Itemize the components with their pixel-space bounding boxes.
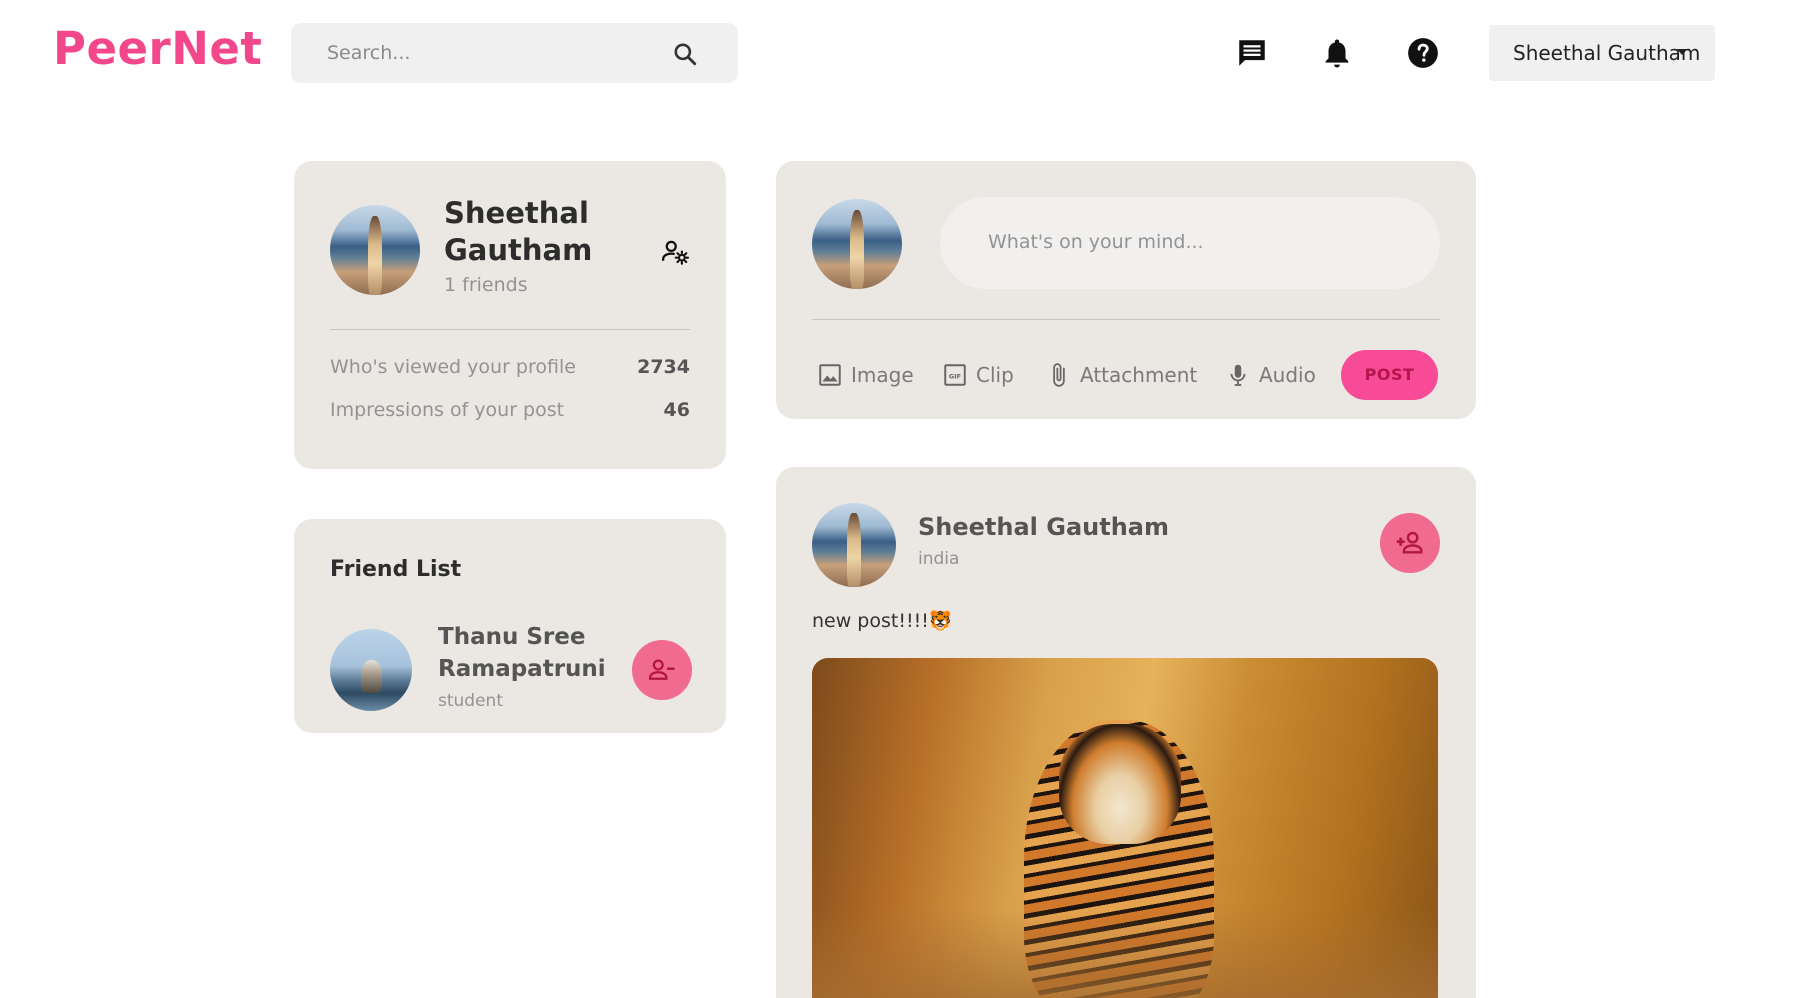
manage-account-icon[interactable] (660, 237, 690, 267)
friend-list-title: Friend List (330, 557, 462, 582)
stat-value-profile-views: 2734 (637, 356, 690, 378)
clip-tool-button[interactable]: GIF Clip (942, 358, 1014, 392)
profile-divider (330, 329, 690, 330)
search-icon[interactable] (672, 41, 698, 67)
post-image[interactable] (812, 658, 1438, 998)
friend-avatar[interactable] (330, 629, 412, 711)
friend-list-card: Friend List Thanu Sree Ramapatruni stude… (294, 519, 726, 733)
profile-name[interactable]: Sheethal Gautham (444, 195, 644, 269)
attachment-tool-button[interactable]: Attachment (1046, 358, 1197, 392)
attachment-tool-label: Attachment (1080, 363, 1198, 387)
app-logo[interactable]: PeerNet (53, 22, 262, 75)
message-icon[interactable] (1235, 36, 1269, 70)
bell-icon[interactable] (1320, 36, 1354, 70)
stat-label-profile-views: Who's viewed your profile (330, 356, 576, 378)
stat-label-impressions: Impressions of your post (330, 399, 565, 421)
help-icon[interactable] (1406, 36, 1440, 70)
friend-name[interactable]: Thanu Sree Ramapatruni (438, 621, 638, 685)
post-location: india (918, 549, 960, 569)
post-input-placeholder: What's on your mind... (988, 231, 1204, 253)
friend-occupation: student (438, 691, 503, 711)
audio-tool-button[interactable]: Audio (1225, 358, 1316, 392)
mic-icon (1230, 364, 1246, 386)
post-text: new post!!!!🐯 (812, 610, 953, 632)
user-menu-select[interactable]: Sheethal Gautham (1489, 25, 1715, 81)
add-friend-icon (1396, 531, 1423, 554)
audio-tool-label: Audio (1259, 363, 1316, 387)
remove-friend-icon (649, 659, 675, 680)
chevron-down-icon (1677, 49, 1687, 55)
profile-avatar[interactable] (330, 205, 420, 295)
image-tool-button[interactable]: Image (817, 358, 914, 392)
add-friend-button[interactable] (1380, 513, 1440, 573)
composer-avatar (812, 199, 902, 289)
search-bar (291, 23, 738, 83)
clip-tool-label: Clip (976, 363, 1014, 387)
search-input[interactable] (291, 23, 671, 83)
post-input[interactable]: What's on your mind... (940, 197, 1440, 289)
composer-divider (812, 319, 1440, 320)
grass-graphic (812, 908, 1438, 998)
post-author-name[interactable]: Sheethal Gautham (918, 513, 1169, 541)
remove-friend-button[interactable] (632, 640, 692, 700)
profile-friends-count: 1 friends (444, 274, 528, 296)
gif-icon: GIF (944, 364, 966, 386)
stat-value-impressions: 46 (663, 399, 690, 421)
user-menu-label: Sheethal Gautham (1513, 41, 1701, 65)
post-button[interactable]: POST (1341, 350, 1438, 400)
profile-card: Sheethal Gautham 1 friends Who's viewed … (294, 161, 726, 469)
image-tool-label: Image (851, 363, 914, 387)
post-author-avatar[interactable] (812, 503, 896, 587)
attachment-icon (1053, 363, 1065, 387)
svg-text:GIF: GIF (949, 372, 961, 380)
tiger-face-graphic (1059, 724, 1181, 844)
image-icon (819, 364, 841, 386)
